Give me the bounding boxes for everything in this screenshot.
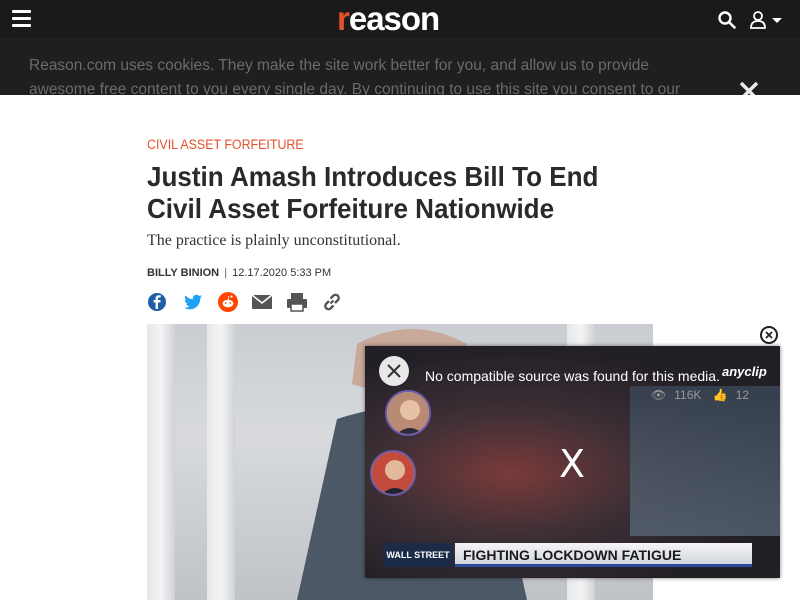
video-stats: 👁 116K 👍 12 [651, 388, 757, 402]
author-link[interactable]: Billy Binion [147, 267, 219, 279]
menu-icon[interactable] [12, 10, 31, 27]
user-account-icon[interactable] [750, 10, 786, 30]
print-icon[interactable] [286, 291, 308, 313]
logo-text: reason [337, 0, 440, 37]
eye-icon: 👁 [651, 388, 667, 402]
cookie-banner-text: Reason.com uses cookies. They make the s… [29, 57, 681, 95]
video-likes: 12 [735, 388, 750, 402]
link-icon[interactable] [321, 291, 343, 313]
video-dismiss-icon[interactable] [379, 356, 409, 386]
video-error-message: No compatible source was found for this … [425, 368, 720, 384]
article-headline: Justin Amash Introduces Bill To End Civi… [147, 161, 599, 224]
cookie-close-icon[interactable] [738, 80, 760, 95]
lower-third-brand: WALL STREET [383, 543, 453, 567]
publish-date: 12.17.2020 5:33 PM [232, 267, 332, 279]
byline: Billy Binion | 12.17.2020 5:33 PM [147, 267, 331, 279]
thumbs-up-icon[interactable]: 👍 [713, 388, 728, 402]
twitter-icon[interactable] [182, 291, 204, 313]
video-center-close[interactable]: X [559, 442, 585, 486]
byline-separator: | [224, 267, 228, 279]
video-player[interactable]: No compatible source was found for this … [365, 346, 780, 578]
search-icon[interactable] [718, 11, 736, 29]
top-navbar: reason [0, 0, 800, 38]
related-video-avatar[interactable] [385, 390, 431, 436]
cookie-banner: Reason.com uses cookies. They make the s… [0, 38, 800, 95]
email-icon[interactable] [251, 291, 273, 313]
related-video-avatar[interactable] [370, 450, 416, 496]
reason-logo[interactable]: reason [337, 1, 463, 37]
reddit-icon[interactable] [217, 291, 239, 313]
article-dek: The practice is plainly unconstitutional… [147, 232, 401, 249]
lower-third-headline: FIGHTING LOCKDOWN FATIGUE [455, 543, 752, 567]
section-link[interactable]: Civil Asset Forfeiture [147, 137, 304, 152]
video-close-button[interactable] [760, 326, 778, 344]
video-lower-third: WALL STREET FIGHTING LOCKDOWN FATIGUE [383, 543, 752, 567]
anyclip-logo[interactable]: anyclip [722, 364, 767, 379]
video-views: 116K [674, 388, 702, 402]
facebook-icon[interactable] [147, 291, 169, 313]
